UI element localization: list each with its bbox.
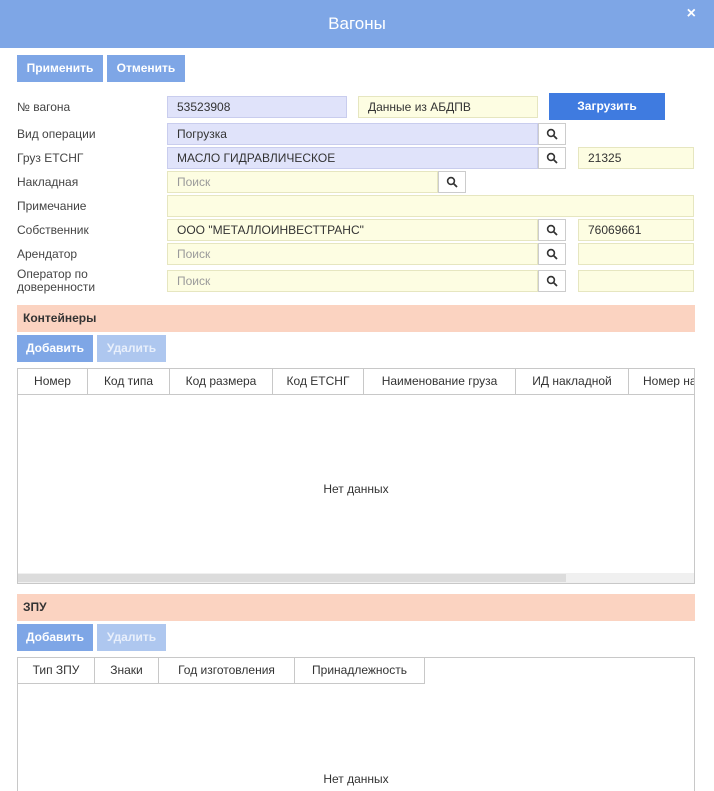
zpu-empty-message: Нет данных <box>323 772 389 786</box>
zpu-add-button[interactable]: Добавить <box>17 624 93 651</box>
containers-horizontal-scrollbar[interactable] <box>18 573 694 583</box>
lessee-input[interactable]: Поиск <box>167 243 538 265</box>
wagon-no-input[interactable]: 53523908 <box>167 96 347 118</box>
scrollbar-thumb[interactable] <box>18 574 566 582</box>
containers-section-header: Контейнеры <box>17 305 695 332</box>
cargo-label: Груз ЕТСНГ <box>17 151 84 165</box>
containers-grid-header: Номер Код типа Код размера Код ЕТСНГ Наи… <box>18 369 694 395</box>
column-header[interactable]: Номер <box>18 369 88 394</box>
abdpv-data-field: Данные из АБДПВ <box>358 96 538 118</box>
lessee-code-field <box>578 243 694 265</box>
column-header[interactable]: Тип ЗПУ <box>18 658 95 683</box>
owner-search-button[interactable] <box>538 219 566 241</box>
operation-label: Вид операции <box>17 127 96 141</box>
containers-add-button[interactable]: Добавить <box>17 335 93 362</box>
lessee-search-button[interactable] <box>538 243 566 265</box>
apply-button[interactable]: Применить <box>17 55 103 82</box>
search-icon <box>546 224 558 236</box>
column-header[interactable]: ИД накладной <box>516 369 629 394</box>
owner-input[interactable]: ООО "МЕТАЛЛОИНВЕСТТРАНС" <box>167 219 538 241</box>
operator-search-button[interactable] <box>538 270 566 292</box>
note-label: Примечание <box>17 199 87 213</box>
invoice-search-button[interactable] <box>438 171 466 193</box>
cancel-button[interactable]: Отменить <box>107 55 185 82</box>
wagon-no-label: № вагона <box>17 100 71 114</box>
cargo-input[interactable]: МАСЛО ГИДРАВЛИЧЕСКОЕ <box>167 147 538 169</box>
containers-empty-message: Нет данных <box>323 482 389 496</box>
column-header[interactable]: Знаки <box>95 658 159 683</box>
search-icon <box>546 152 558 164</box>
lessee-label: Арендатор <box>17 247 78 261</box>
column-header[interactable]: Наименование груза <box>364 369 516 394</box>
operator-input[interactable]: Поиск <box>167 270 538 292</box>
note-input[interactable] <box>167 195 694 217</box>
operator-code-field <box>578 270 694 292</box>
owner-code-field: 76069661 <box>578 219 694 241</box>
zpu-section-header: ЗПУ <box>17 594 695 621</box>
column-header[interactable]: Код типа <box>88 369 170 394</box>
operator-placeholder: Поиск <box>177 274 211 288</box>
operator-label: Оператор по доверенности <box>17 268 95 294</box>
zpu-delete-button[interactable]: Удалить <box>97 624 166 651</box>
close-icon[interactable]: × <box>687 5 696 23</box>
owner-label: Собственник <box>17 223 89 237</box>
operation-input[interactable]: Погрузка <box>167 123 538 145</box>
lessee-placeholder: Поиск <box>177 247 211 261</box>
invoice-label: Накладная <box>17 175 79 189</box>
search-icon <box>546 128 558 140</box>
operator-label-line2: доверенности <box>17 280 96 294</box>
column-header[interactable]: Год изготовления <box>159 658 295 683</box>
column-header[interactable]: Код ЕТСНГ <box>273 369 364 394</box>
search-icon <box>546 275 558 287</box>
window-titlebar: Вагоны × <box>0 0 714 48</box>
window-title: Вагоны <box>328 14 386 33</box>
column-header[interactable]: Принадлежность <box>295 658 425 683</box>
zpu-grid-header: Тип ЗПУ Знаки Год изготовления Принадлеж… <box>18 658 425 684</box>
search-icon <box>446 176 458 188</box>
column-header[interactable]: Номер на <box>629 369 694 394</box>
search-icon <box>546 248 558 260</box>
load-button[interactable]: Загрузить <box>549 93 665 120</box>
containers-grid: Номер Код типа Код размера Код ЕТСНГ Наи… <box>17 368 695 584</box>
invoice-placeholder: Поиск <box>177 175 211 189</box>
invoice-input[interactable]: Поиск <box>167 171 438 193</box>
cargo-code-field: 21325 <box>578 147 694 169</box>
operation-search-button[interactable] <box>538 123 566 145</box>
column-header[interactable]: Код размера <box>170 369 273 394</box>
containers-delete-button[interactable]: Удалить <box>97 335 166 362</box>
cargo-search-button[interactable] <box>538 147 566 169</box>
zpu-grid: Тип ЗПУ Знаки Год изготовления Принадлеж… <box>17 657 695 791</box>
